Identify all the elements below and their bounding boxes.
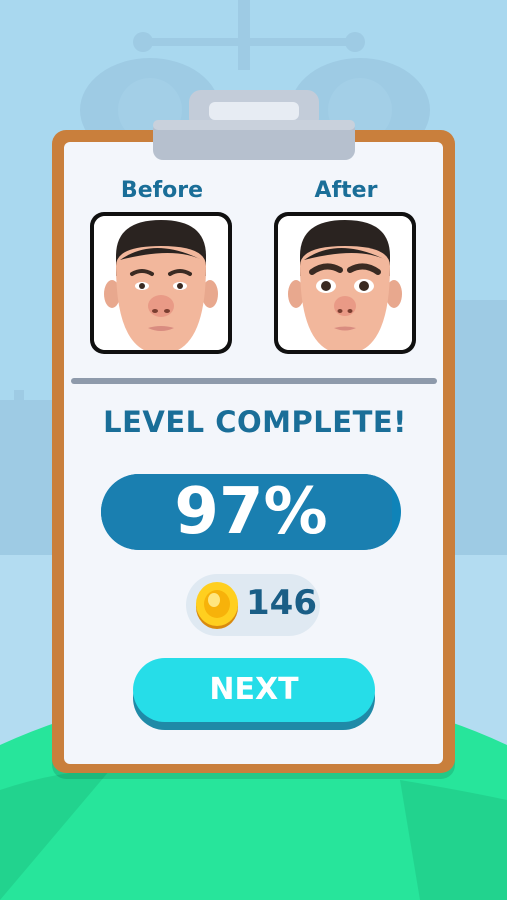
- after-face-image: [278, 216, 412, 350]
- next-button-face[interactable]: NEXT: [133, 658, 375, 722]
- after-photo: [274, 212, 416, 354]
- level-complete-title: LEVEL COMPLETE!: [103, 405, 407, 439]
- after-label: After: [314, 178, 378, 203]
- score-bar: 97%: [101, 474, 401, 550]
- divider-line: [71, 378, 437, 384]
- score-text: 97%: [174, 475, 328, 549]
- next-button-label: NEXT: [209, 672, 299, 707]
- coin-icon: [196, 582, 238, 629]
- before-label: Before: [120, 178, 204, 203]
- clipboard-clip-icon: [153, 90, 355, 160]
- before-photo: [90, 212, 232, 354]
- before-face-image: [94, 216, 228, 350]
- coin-count: 146: [246, 583, 317, 623]
- next-button[interactable]: NEXT: [133, 658, 375, 730]
